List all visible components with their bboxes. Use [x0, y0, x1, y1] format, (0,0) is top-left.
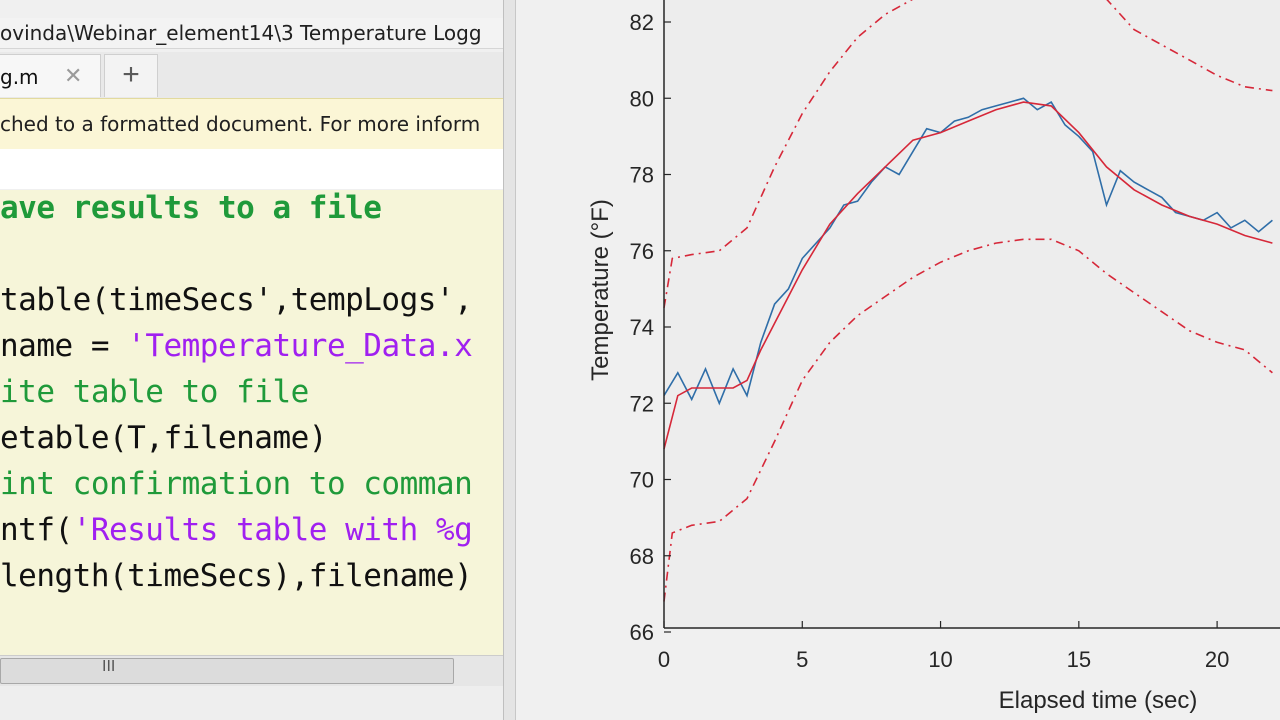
- code-area[interactable]: ave results to a file table(timeSecs',tem…: [0, 190, 503, 655]
- code-token: ite table to file: [0, 374, 309, 410]
- code-token: name =: [0, 328, 128, 364]
- editor-gap: [0, 149, 503, 189]
- y-tick-label: 66: [630, 620, 654, 645]
- code-token: length(timeSecs),filename): [0, 558, 473, 594]
- code-token: ntf(: [0, 512, 73, 548]
- x-tick-label: 20: [1205, 647, 1229, 672]
- code-line[interactable]: ave results to a file: [0, 190, 382, 226]
- horizontal-scrollbar[interactable]: III: [0, 655, 503, 686]
- code-token: 'Temperature_Data.x: [127, 328, 473, 364]
- y-tick-label: 68: [630, 544, 654, 569]
- x-tick-label: 0: [658, 647, 670, 672]
- code-token: etable(T,filename): [0, 420, 327, 456]
- editor-tab-strip: g.m ✕: [0, 52, 503, 98]
- editor-file-tab[interactable]: g.m ✕: [0, 54, 101, 97]
- code-token: table(timeSecs',tempLogs',: [0, 282, 473, 318]
- plot-axes-background: [664, 0, 1280, 628]
- y-axis-label: Temperature (°F): [587, 199, 614, 381]
- y-tick-label: 82: [630, 10, 654, 35]
- x-tick-label: 10: [928, 647, 952, 672]
- y-tick-label: 70: [630, 468, 654, 493]
- scrollbar-grip-icon: III: [102, 658, 116, 675]
- code-token: int confirmation to comman: [0, 466, 473, 502]
- code-token: ave results to a file: [0, 190, 382, 226]
- scrollbar-thumb[interactable]: [0, 658, 454, 684]
- figure-window: 66 68 70 72 74 76 78 80 82 0 5 10 15 20 Temperature (…: [516, 0, 1280, 720]
- y-tick-label: 80: [630, 86, 654, 111]
- code-editor-panel: ovinda\Webinar_element14\3 Temperature L…: [0, 0, 503, 720]
- notice-text: ched to a formatted document. For more i…: [0, 112, 481, 136]
- code-line[interactable]: length(timeSecs),filename): [0, 558, 473, 594]
- y-tick-label: 74: [630, 315, 654, 340]
- file-tab-label: g.m: [0, 65, 39, 89]
- close-tab-icon[interactable]: ✕: [64, 63, 82, 89]
- editor-bottom-strip: [0, 686, 503, 720]
- code-line[interactable]: int confirmation to comman: [0, 466, 473, 502]
- code-token: 'Results table with %g: [72, 512, 473, 548]
- y-tick-label: 76: [630, 239, 654, 264]
- x-tick-label: 15: [1067, 647, 1091, 672]
- x-axis-label: Elapsed time (sec): [999, 687, 1198, 714]
- info-notice-bar: ched to a formatted document. For more i…: [0, 98, 503, 150]
- temperature-plot: 66 68 70 72 74 76 78 80 82 0 5 10 15 20 Temperature (…: [587, 0, 1280, 714]
- y-tick-label: 72: [630, 391, 654, 416]
- file-path-bar: ovinda\Webinar_element14\3 Temperature L…: [0, 18, 503, 49]
- code-line[interactable]: name = 'Temperature_Data.x: [0, 328, 473, 364]
- y-tick-label: 78: [630, 163, 654, 188]
- code-line[interactable]: table(timeSecs',tempLogs',: [0, 282, 473, 318]
- file-path-text: ovinda\Webinar_element14\3 Temperature L…: [0, 21, 482, 45]
- code-line[interactable]: ite table to file: [0, 374, 309, 410]
- new-tab-button[interactable]: +: [104, 54, 158, 97]
- code-line[interactable]: etable(T,filename): [0, 420, 327, 456]
- panel-splitter[interactable]: [503, 0, 516, 720]
- x-tick-label: 5: [796, 647, 808, 672]
- code-line[interactable]: ntf('Results table with %g: [0, 512, 473, 548]
